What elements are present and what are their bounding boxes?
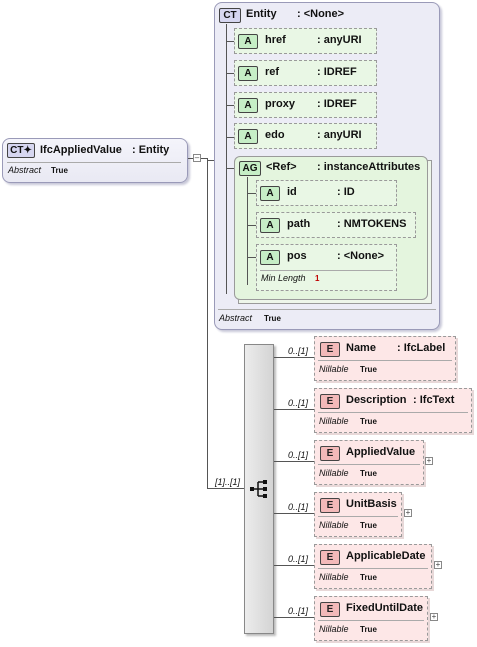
element-multiplicity: 0..[1] bbox=[288, 450, 309, 460]
attribute-group-name: <Ref> bbox=[266, 161, 297, 173]
attribute-icon: A bbox=[238, 34, 258, 49]
attribute-edo[interactable]: A edo : anyURI bbox=[234, 123, 377, 149]
attribute-name: path bbox=[287, 218, 311, 230]
entity-complex-type-icon: CT bbox=[219, 8, 241, 23]
element-unit-basis[interactable]: E UnitBasis Nillable True bbox=[314, 492, 402, 537]
attribute-proxy[interactable]: A proxy : IDREF bbox=[234, 92, 377, 118]
attribute-pos[interactable]: A pos : <None> Min Length 1 bbox=[256, 244, 397, 291]
attribute-type: : IDREF bbox=[317, 66, 357, 78]
element-description[interactable]: E Description : IfcText Nillable True bbox=[314, 388, 472, 433]
nillable-label: Nillable bbox=[319, 520, 349, 530]
element-icon: E bbox=[320, 446, 340, 461]
element-multiplicity: 0..[1] bbox=[288, 554, 309, 564]
root-abstract-value: True bbox=[51, 166, 68, 175]
element-icon: E bbox=[320, 602, 340, 617]
entity-abstract-label: Abstract bbox=[219, 313, 253, 323]
element-type: : IfcLabel bbox=[397, 342, 446, 354]
element-label: UnitBasis bbox=[346, 498, 397, 510]
entity-abstract-value: True bbox=[264, 314, 281, 323]
attribute-type: : NMTOKENS bbox=[337, 218, 407, 230]
attribute-group-type: : instanceAttributes bbox=[317, 161, 421, 173]
attribute-type: : ID bbox=[337, 186, 355, 198]
expand-toggle[interactable]: + bbox=[430, 613, 438, 621]
element-icon: E bbox=[320, 498, 340, 513]
nillable-label: Nillable bbox=[319, 624, 349, 634]
element-icon: E bbox=[320, 342, 340, 357]
nillable-value: True bbox=[360, 521, 377, 530]
entity-type: : <None> bbox=[297, 8, 345, 20]
nillable-value: True bbox=[360, 573, 377, 582]
element-label: FixedUntilDate bbox=[346, 602, 424, 614]
element-label: Name bbox=[346, 342, 376, 354]
nillable-label: Nillable bbox=[319, 468, 349, 478]
attribute-name: href bbox=[265, 34, 286, 46]
attribute-type: : IDREF bbox=[317, 98, 357, 110]
root-type: : Entity bbox=[132, 144, 170, 156]
entity-name: Entity bbox=[246, 8, 277, 20]
expand-toggle[interactable]: + bbox=[425, 457, 433, 465]
expand-toggle[interactable]: + bbox=[404, 509, 412, 517]
attribute-type: : <None> bbox=[337, 250, 385, 262]
nillable-label: Nillable bbox=[319, 416, 349, 426]
root-abstract-label: Abstract bbox=[8, 165, 42, 175]
collapse-toggle[interactable]: – bbox=[193, 154, 201, 162]
nillable-value: True bbox=[360, 625, 377, 634]
root-complex-type-box[interactable]: CT✦ IfcAppliedValue : Entity Abstract Tr… bbox=[2, 138, 188, 183]
element-type: : IfcText bbox=[413, 394, 455, 406]
complex-type-icon: CT✦ bbox=[7, 143, 35, 158]
attribute-id[interactable]: A id : ID bbox=[256, 180, 397, 206]
element-label: Description bbox=[346, 394, 407, 406]
sequence-multiplicity: [1]..[1] bbox=[215, 477, 241, 487]
nillable-value: True bbox=[360, 417, 377, 426]
attribute-icon: A bbox=[260, 218, 280, 233]
element-icon: E bbox=[320, 550, 340, 565]
element-applied-value[interactable]: E AppliedValue Nillable True bbox=[314, 440, 424, 485]
expand-toggle[interactable]: + bbox=[434, 561, 442, 569]
attribute-group-icon: AG bbox=[239, 161, 261, 176]
element-applicable-date[interactable]: E ApplicableDate Nillable True bbox=[314, 544, 432, 589]
attribute-name: ref bbox=[265, 66, 280, 78]
element-multiplicity: 0..[1] bbox=[288, 346, 309, 356]
root-name: IfcAppliedValue bbox=[40, 144, 122, 156]
attribute-icon: A bbox=[238, 98, 258, 113]
attribute-name: pos bbox=[287, 250, 307, 262]
element-label: ApplicableDate bbox=[346, 550, 426, 562]
attribute-href[interactable]: A href : anyURI bbox=[234, 28, 377, 54]
element-name[interactable]: E Name : IfcLabel Nillable True bbox=[314, 336, 456, 381]
attribute-type: : anyURI bbox=[317, 129, 362, 141]
element-multiplicity: 0..[1] bbox=[288, 398, 309, 408]
nillable-label: Nillable bbox=[319, 572, 349, 582]
element-icon: E bbox=[320, 394, 340, 409]
sequence-icon bbox=[250, 480, 267, 498]
attribute-path[interactable]: A path : NMTOKENS bbox=[256, 212, 416, 238]
attribute-name: edo bbox=[265, 129, 285, 141]
attribute-name: id bbox=[287, 186, 297, 198]
nillable-value: True bbox=[360, 469, 377, 478]
nillable-label: Nillable bbox=[319, 364, 349, 374]
attribute-name: proxy bbox=[265, 98, 295, 110]
facet-value: 1 bbox=[315, 274, 320, 283]
element-label: AppliedValue bbox=[346, 446, 416, 458]
attribute-icon: A bbox=[238, 129, 258, 144]
facet-label: Min Length bbox=[261, 273, 306, 283]
element-multiplicity: 0..[1] bbox=[288, 502, 309, 512]
attribute-type: : anyURI bbox=[317, 34, 362, 46]
attribute-icon: A bbox=[260, 250, 280, 265]
nillable-value: True bbox=[360, 365, 377, 374]
attribute-icon: A bbox=[238, 66, 258, 81]
attribute-icon: A bbox=[260, 186, 280, 201]
element-multiplicity: 0..[1] bbox=[288, 606, 309, 616]
element-fixed-until-date[interactable]: E FixedUntilDate Nillable True bbox=[314, 596, 428, 641]
attribute-ref[interactable]: A ref : IDREF bbox=[234, 60, 377, 86]
